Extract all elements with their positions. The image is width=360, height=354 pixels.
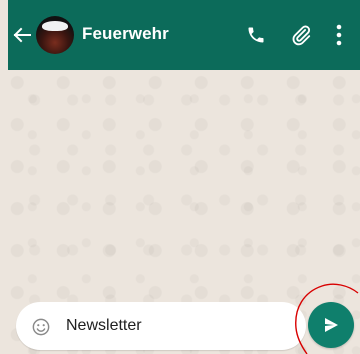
chat-title[interactable]: Feuerwehr — [82, 24, 169, 44]
emoji-icon[interactable] — [32, 318, 50, 336]
send-icon — [325, 318, 338, 332]
arrow-left-icon[interactable] — [12, 26, 32, 44]
send-button[interactable] — [308, 302, 354, 348]
phone-icon[interactable] — [246, 25, 266, 45]
paperclip-icon[interactable] — [290, 24, 312, 46]
message-input-text[interactable]: Newsletter — [66, 317, 142, 335]
message-input[interactable]: Newsletter — [16, 302, 306, 350]
avatar[interactable] — [36, 16, 74, 54]
chat-header: Feuerwehr — [8, 0, 360, 70]
more-vertical-icon[interactable] — [336, 24, 342, 46]
